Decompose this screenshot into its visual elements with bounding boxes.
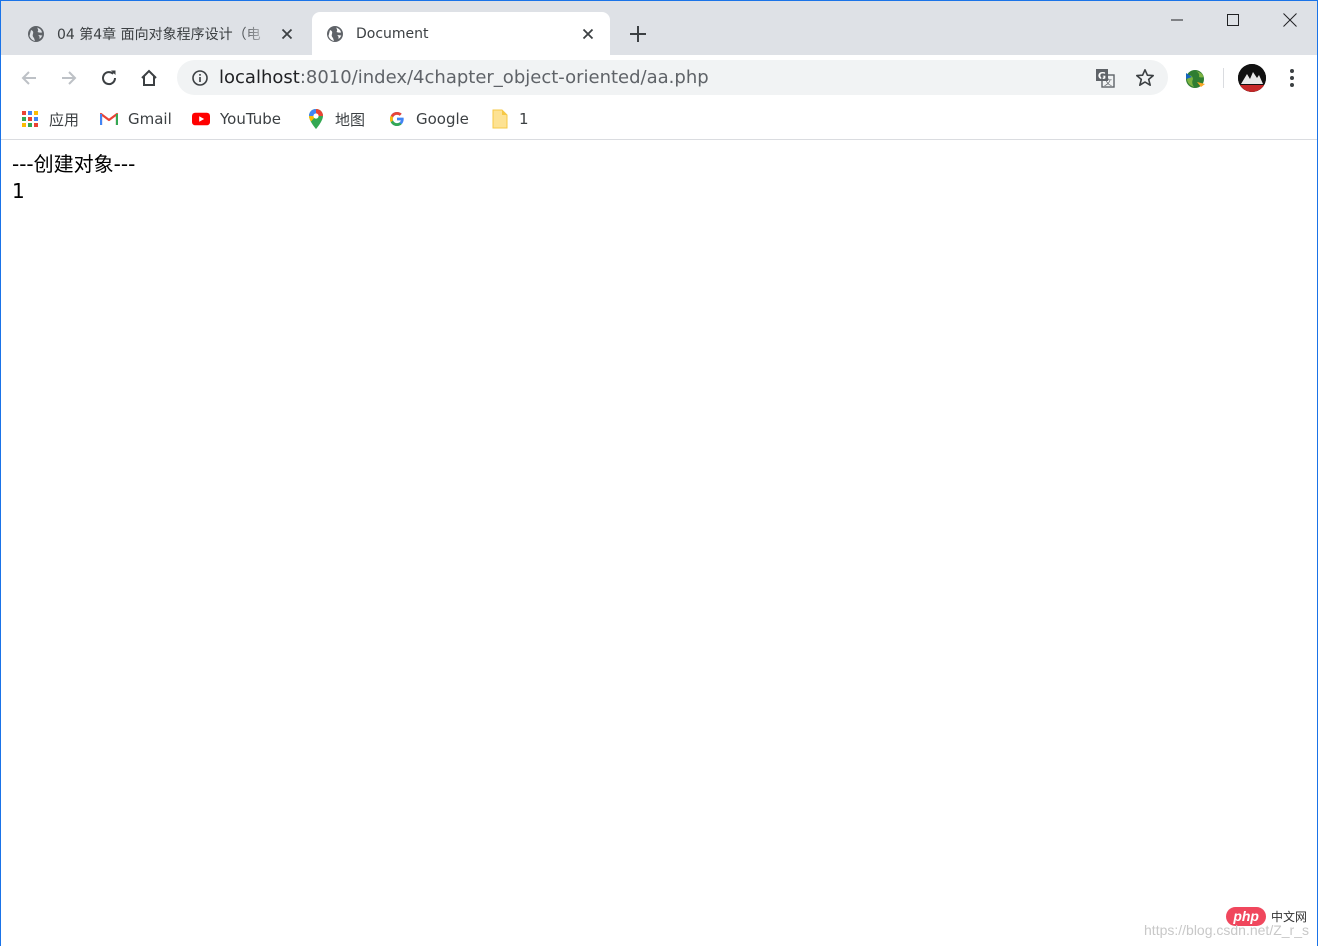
apps-grid-icon bbox=[21, 110, 39, 128]
info-icon[interactable] bbox=[191, 69, 209, 87]
url-text: localhost:8010/index/4chapter_object-ori… bbox=[219, 67, 709, 88]
tab-title: 04 第4章 面向对象程序设计（电 bbox=[57, 26, 261, 43]
address-bar[interactable]: localhost:8010/index/4chapter_object-ori… bbox=[177, 60, 1168, 95]
maximize-button[interactable] bbox=[1205, 1, 1261, 39]
close-icon[interactable] bbox=[580, 26, 596, 42]
maximize-icon bbox=[1227, 14, 1239, 26]
extension-globe-icon[interactable] bbox=[1183, 67, 1207, 91]
plus-icon bbox=[630, 26, 646, 42]
bookmark-label: 地图 bbox=[335, 110, 366, 129]
new-tab-button[interactable] bbox=[626, 22, 650, 46]
minimize-button[interactable] bbox=[1149, 1, 1205, 39]
more-vertical-icon bbox=[1290, 69, 1294, 87]
avatar[interactable] bbox=[1238, 64, 1266, 92]
star-icon[interactable] bbox=[1135, 68, 1155, 88]
arrow-right-icon bbox=[62, 71, 77, 85]
folder-icon bbox=[491, 109, 509, 129]
bookmark-label: 应用 bbox=[49, 110, 80, 129]
reload-button[interactable] bbox=[93, 62, 125, 94]
profile-icon bbox=[1238, 64, 1266, 92]
tab-document[interactable]: Document bbox=[312, 12, 610, 55]
output-line-heading: ---创建对象--- bbox=[12, 152, 136, 176]
gmail-icon bbox=[100, 110, 118, 128]
close-icon bbox=[1283, 13, 1297, 27]
bookmark-folder-1[interactable]: 1 bbox=[491, 108, 529, 130]
arrow-left-icon bbox=[21, 71, 36, 85]
page-content: ---创建对象--- 1 bbox=[12, 151, 135, 205]
close-icon[interactable] bbox=[279, 26, 295, 42]
home-button[interactable] bbox=[133, 62, 165, 94]
toolbar-separator bbox=[1223, 68, 1224, 88]
watermark-url: https://blog.csdn.net/Z_r_s bbox=[1144, 922, 1309, 938]
output-line-value: 1 bbox=[12, 179, 25, 203]
bookmarks-bar: 应用 Gmail YouTube 地图 Google 1 bbox=[1, 101, 1317, 140]
bookmark-label: Gmail bbox=[128, 110, 172, 128]
tab-title: Document bbox=[356, 25, 429, 42]
bookmark-label: YouTube bbox=[220, 110, 281, 128]
google-g-icon bbox=[388, 110, 406, 128]
maps-pin-icon bbox=[307, 109, 325, 129]
browser-window: 04 第4章 面向对象程序设计（电 Document localhost:801… bbox=[0, 0, 1318, 946]
home-icon bbox=[141, 69, 157, 86]
minimize-icon bbox=[1171, 19, 1183, 21]
reload-icon bbox=[102, 70, 117, 86]
globe-icon bbox=[327, 25, 343, 42]
close-window-button[interactable] bbox=[1262, 1, 1317, 39]
bookmark-maps[interactable]: 地图 bbox=[307, 108, 365, 130]
youtube-icon bbox=[192, 110, 210, 128]
bookmark-google[interactable]: Google bbox=[388, 108, 469, 130]
svg-text:文: 文 bbox=[1104, 77, 1112, 87]
tab-chapter4[interactable]: 04 第4章 面向对象程序设计（电 bbox=[3, 12, 309, 55]
forward-button[interactable] bbox=[53, 62, 85, 94]
bookmark-label: Google bbox=[416, 110, 469, 128]
url-path: :8010/index/4chapter_object-oriented/aa.… bbox=[299, 67, 709, 88]
bookmark-youtube[interactable]: YouTube bbox=[192, 108, 281, 130]
url-host: localhost bbox=[219, 67, 300, 88]
tab-strip: 04 第4章 面向对象程序设计（电 Document bbox=[1, 1, 1317, 55]
back-button[interactable] bbox=[13, 62, 45, 94]
translate-icon[interactable]: G 文 bbox=[1095, 68, 1115, 88]
bookmark-label: 1 bbox=[519, 110, 529, 128]
globe-icon bbox=[28, 25, 44, 42]
bookmark-gmail[interactable]: Gmail bbox=[100, 108, 172, 130]
menu-button[interactable] bbox=[1281, 66, 1303, 90]
toolbar: localhost:8010/index/4chapter_object-ori… bbox=[1, 55, 1317, 101]
bookmark-apps[interactable]: 应用 bbox=[21, 108, 79, 130]
